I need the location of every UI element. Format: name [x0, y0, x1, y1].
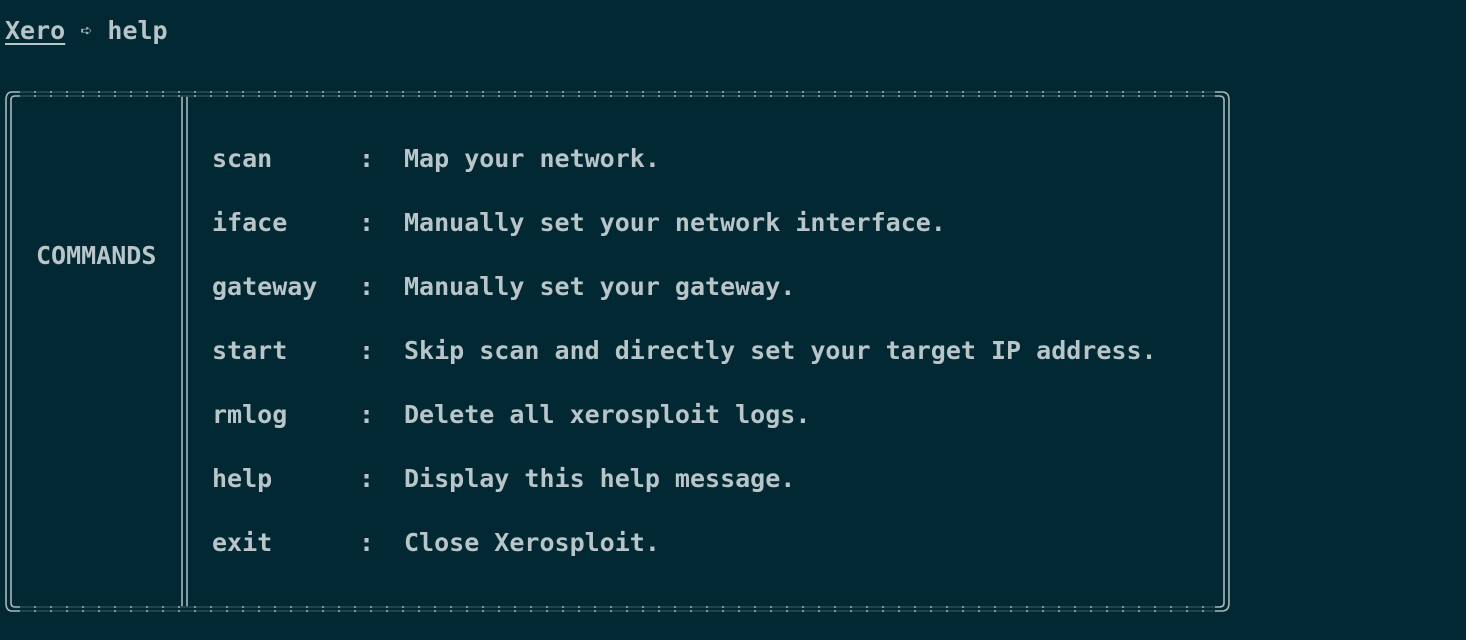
command-separator: :: [359, 208, 375, 237]
terminal-window[interactable]: Xero ➪ help COMMANDS scan: Map your net…: [0, 0, 1466, 640]
command-description: Manually set your gateway.: [404, 272, 796, 301]
command-row-scan: scan : Map your network.: [212, 141, 660, 177]
command-separator: :: [359, 400, 375, 429]
help-table: COMMANDS scan : Map your network. iface …: [0, 0, 1466, 640]
command-separator: :: [359, 528, 375, 557]
command-separator: :: [359, 272, 375, 301]
command-description: Skip scan and directly set your target I…: [404, 336, 1157, 365]
command-name: gateway: [212, 272, 318, 301]
command-row-rmlog: rmlog : Delete all xerosploit logs.: [212, 397, 810, 433]
command-name: iface: [212, 208, 288, 237]
command-description: Map your network.: [404, 144, 660, 173]
command-row-gateway: gateway : Manually set your gateway.: [212, 269, 795, 305]
command-separator: :: [359, 464, 375, 493]
command-name: help: [212, 464, 273, 493]
command-description: Close Xerosploit.: [404, 528, 660, 557]
command-row-help: help : Display this help message.: [212, 461, 795, 497]
command-row-start: start : Skip scan and directly set your …: [212, 333, 1157, 369]
command-row-exit: exit : Close Xerosploit.: [212, 525, 660, 561]
command-description: Display this help message.: [404, 464, 796, 493]
command-separator: :: [359, 336, 375, 365]
command-name: start: [212, 336, 288, 365]
command-separator: :: [359, 144, 375, 173]
command-description: Delete all xerosploit logs.: [404, 400, 811, 429]
command-name: exit: [212, 528, 273, 557]
command-name: rmlog: [212, 400, 288, 429]
command-description: Manually set your network interface.: [404, 208, 946, 237]
commands-header: COMMANDS: [36, 241, 157, 270]
command-name: scan: [212, 144, 273, 173]
command-row-iface: iface : Manually set your network interf…: [212, 205, 946, 241]
